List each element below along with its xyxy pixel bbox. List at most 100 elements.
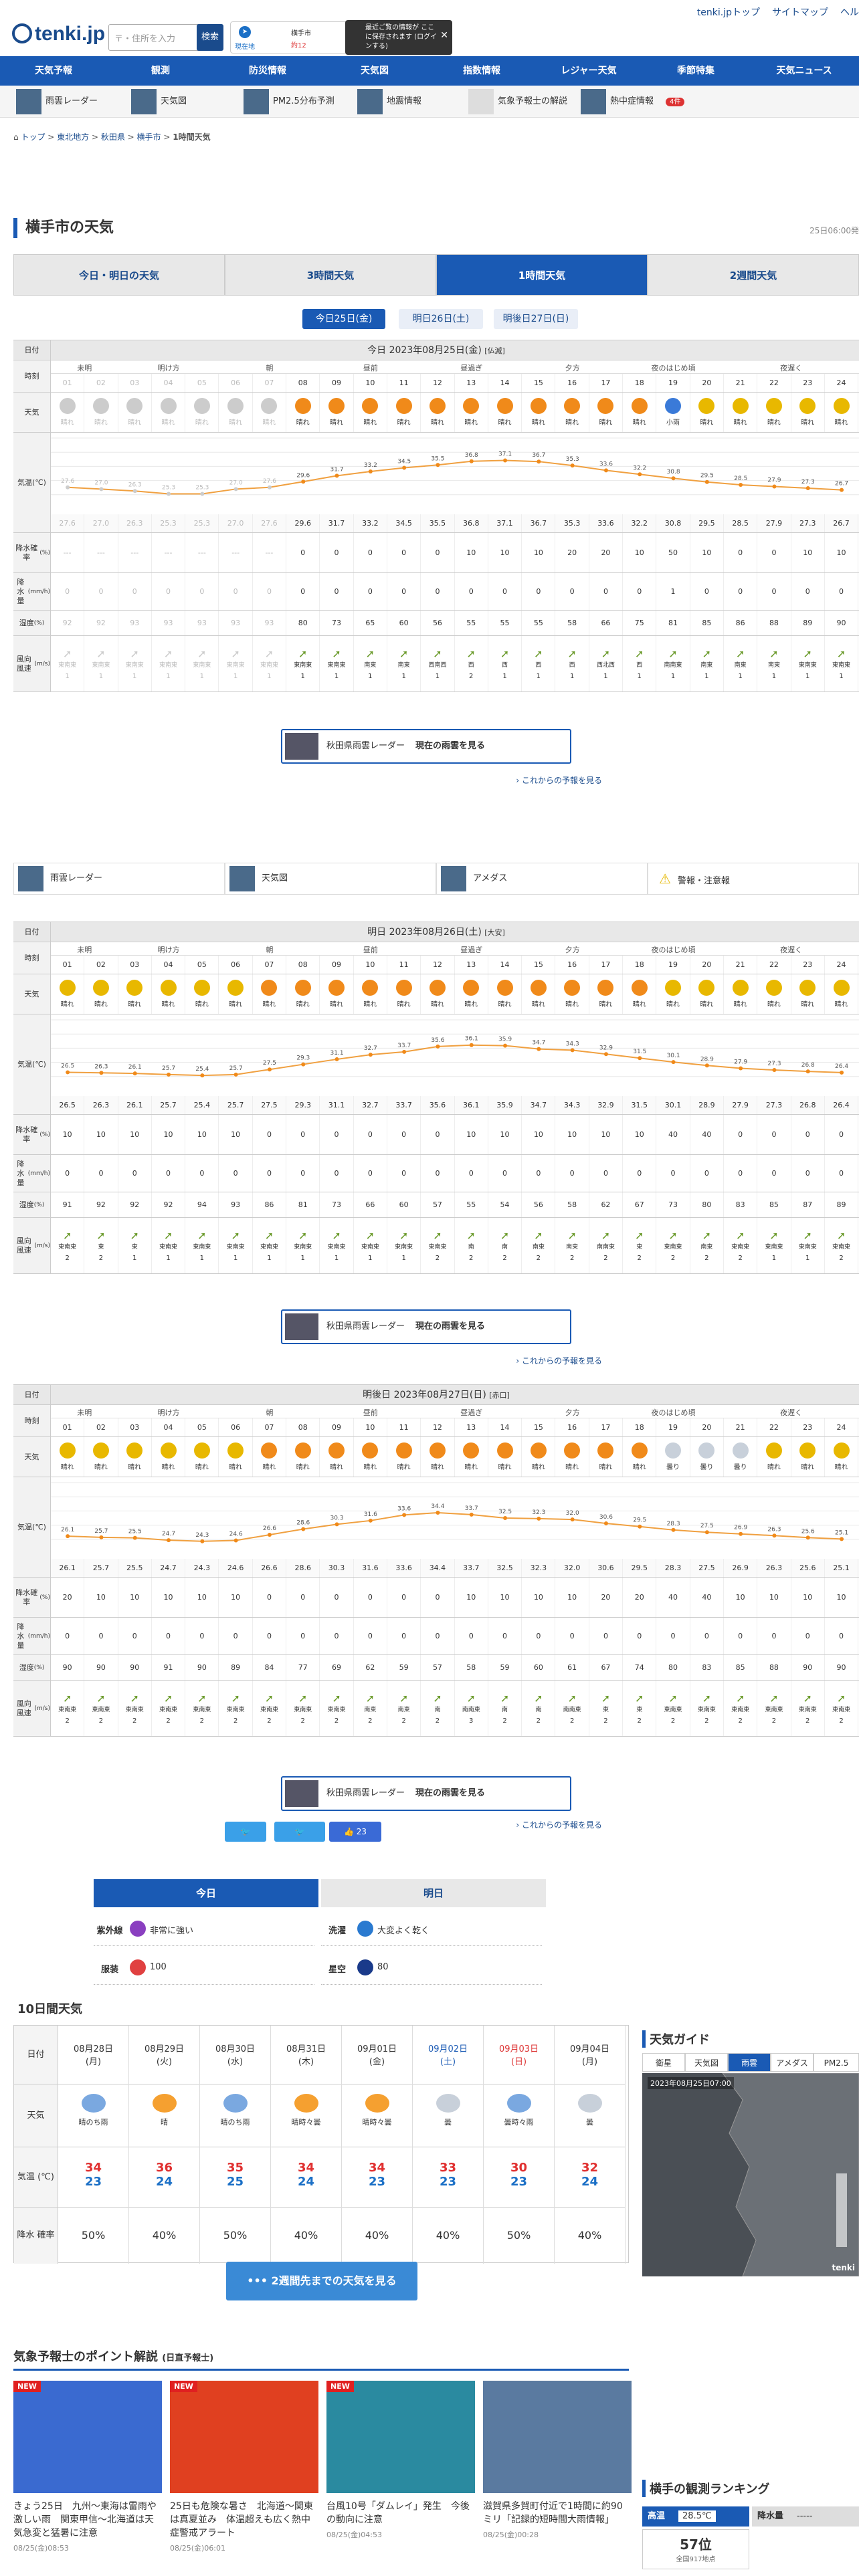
label-rain: 降水量 (mm/h) — [13, 573, 51, 611]
weather-cell: 晴れ — [185, 1437, 219, 1477]
subnav-quake[interactable]: 地震情報 — [357, 88, 421, 115]
crumb-pref[interactable]: 秋田県 — [101, 132, 125, 142]
prec-row: --- --- --- --- --- --- --- 0 0 0 0 0 10 10 10 20 20 10 50… — [51, 533, 859, 573]
rank-rain-tab[interactable]: 降水量 ----- — [752, 2506, 859, 2527]
quick-amedas[interactable]: アメダス — [436, 863, 648, 895]
prec-cell: 0 — [320, 1578, 354, 1617]
share-twitter2-button[interactable]: 🐦 — [274, 1822, 325, 1842]
temp-label: 25.7 — [94, 1528, 108, 1535]
wind-cell: ➚ 東南東 2 — [724, 1218, 758, 1273]
close-icon[interactable]: ✕ — [440, 31, 448, 40]
wind-cell: ➚ 南 2 — [455, 1218, 488, 1273]
link-top[interactable]: tenki.jpトップ — [697, 7, 760, 18]
wind-cell: ➚ 東南東 1 — [219, 1218, 253, 1273]
current-location-widget[interactable]: ➤ 現在地 横手市 約12 — [230, 21, 348, 53]
prec-cell: 10 — [455, 533, 488, 572]
wind-cell: ➚ 東南東 2 — [118, 1681, 152, 1736]
more-forecast-dayafter[interactable]: › これからの予報を見る — [516, 1819, 602, 1830]
nav-season[interactable]: 季節特集 — [642, 56, 749, 86]
more-forecast-tomorrow[interactable]: › これからの予報を見る — [516, 1355, 602, 1366]
point-article[interactable]: 滋賀県多賀町付近で1時間に約90ミリ「記録的短時間大雨情報」 08/25(金)0… — [483, 2381, 632, 2576]
subnav-chart[interactable]: 天気図 — [131, 88, 187, 115]
point-article[interactable]: NEW 25日も危険な暑さ 北海道〜関東は真夏並み 体温超えも広く熱中症警戒アラ… — [170, 2381, 318, 2576]
temp-label: 26.9 — [734, 1525, 747, 1531]
prec-cell: 0 — [387, 1115, 421, 1154]
subnav-heat[interactable]: 熱中症情報 4件 — [581, 88, 685, 115]
guide-tab-satellite[interactable]: 衛星 — [642, 2053, 685, 2072]
day-tab-dayafter[interactable]: 明後日27日(日) — [494, 309, 578, 329]
guide-tab-pm25[interactable]: PM2.5 — [814, 2053, 859, 2072]
nav-disaster[interactable]: 防災情報 — [214, 56, 321, 86]
subnav-radar[interactable]: 雨雲レーダー — [16, 88, 98, 115]
rain-cell: 1 — [656, 573, 690, 610]
temp-label: 29.3 — [296, 1055, 310, 1062]
wind-cell: ➚ 南東 2 — [690, 1218, 724, 1273]
link-help[interactable]: ヘル — [840, 7, 859, 18]
tab-3hour[interactable]: 3時間天気 — [225, 254, 436, 296]
hour-cell: 01 — [51, 374, 85, 392]
day-tab-tomorrow[interactable]: 明日26日(土) — [399, 309, 483, 329]
tab-today-tomorrow[interactable]: 今日・明日の天気 — [13, 254, 225, 296]
temp-cell: 26.3 — [757, 1559, 791, 1577]
like-button[interactable]: 👍 23 — [329, 1822, 381, 1842]
life-stars[interactable]: 星空 80 — [321, 1953, 542, 1985]
point-article[interactable]: NEW きょう25日 九州〜東海は雷雨や激しい雨 関東甲信〜北海道は天気急変と猛… — [13, 2381, 162, 2576]
temp-label: 29.5 — [633, 1517, 646, 1524]
location-pin-icon: ➤ — [239, 26, 251, 38]
rain-cell: 0 — [185, 1618, 219, 1654]
temp-cell: 35.5 — [421, 514, 455, 532]
life-tab-today[interactable]: 今日 — [94, 1879, 318, 1907]
tab-1hour[interactable]: 1時間天気 — [436, 254, 648, 296]
wind-arrow-icon: ➚ — [163, 1692, 173, 1705]
radar-link-tomorrow[interactable]: 秋田県雨雲レーダー 現在の雨雲を見る — [281, 1309, 571, 1344]
guide-tab-amedas[interactable]: アメダス — [771, 2053, 814, 2072]
life-uv[interactable]: 紫外線 非常に強い — [94, 1914, 314, 1946]
two-week-button[interactable]: ••• 2週間先までの天気を見る — [226, 2262, 417, 2300]
crumb-city[interactable]: 横手市 — [137, 132, 161, 142]
nav-index[interactable]: 指数情報 — [428, 56, 535, 86]
guide-tab-rain[interactable]: 雨雲 — [728, 2053, 771, 2072]
hour-cell: 02 — [84, 374, 118, 392]
radar-link-today[interactable]: 秋田県雨雲レーダー 現在の雨雲を見る — [281, 729, 571, 764]
link-sitemap[interactable]: サイトマップ — [772, 7, 828, 18]
wind-arrow-icon: ➚ — [96, 1229, 106, 1242]
tab-2week[interactable]: 2週間天気 — [648, 254, 859, 296]
subnav-expert[interactable]: 気象予報士の解説 — [468, 88, 567, 115]
quick-radar[interactable]: 雨雲レーダー — [13, 863, 225, 895]
temp-point — [99, 1535, 104, 1539]
crumb-region[interactable]: 東北地方 — [57, 132, 89, 142]
nav-forecast[interactable]: 天気予報 — [0, 56, 107, 86]
rank-high-tab[interactable]: 高温 28.5℃ — [642, 2506, 749, 2527]
radar-map[interactable]: 2023年08月25日07:00 tenki — [642, 2073, 859, 2276]
radar-link-dayafter[interactable]: 秋田県雨雲レーダー 現在の雨雲を見る — [281, 1776, 571, 1811]
quick-warning[interactable]: ⚠ 警報・注意報 — [648, 863, 859, 895]
day-tab-today[interactable]: 今日25日(金) — [302, 309, 385, 329]
quick-chart[interactable]: 天気図 — [225, 863, 436, 895]
point-article[interactable]: NEW 台風10号「ダムレイ」発生 今後の動向に注意 08/25(金)04:53 — [326, 2381, 475, 2576]
rain-row: 000000000000000000000000 — [51, 1618, 859, 1655]
wind-cell: ➚ 東南東 1 — [219, 636, 253, 691]
prec-cell: 10 — [84, 1578, 118, 1617]
subnav-pm25[interactable]: PM2.5分布予測 — [244, 88, 335, 115]
guide-tab-chart[interactable]: 天気図 — [685, 2053, 728, 2072]
search-button[interactable]: 検索 — [197, 24, 223, 51]
nav-news[interactable]: 天気ニュース — [749, 56, 859, 86]
site-logo[interactable]: tenki.jp — [12, 23, 105, 45]
temp-point — [503, 1043, 508, 1048]
life-laundry[interactable]: 洗濯 大変よく乾く — [321, 1914, 542, 1946]
share-twitter-button[interactable]: 🐦 — [225, 1822, 266, 1842]
wind-cell: ➚ 南南東 2 — [589, 1218, 624, 1273]
moon-icon — [833, 1442, 850, 1459]
weather-cell: 晴れ — [354, 974, 387, 1014]
crumb-top[interactable]: トップ — [21, 132, 45, 142]
weather-cell: 晴れ — [589, 974, 624, 1014]
nav-leisure[interactable]: レジャー天気 — [535, 56, 642, 86]
moon-icon — [833, 398, 850, 414]
temp-point — [739, 1066, 743, 1071]
life-tab-tomorrow[interactable]: 明日 — [321, 1879, 546, 1907]
moon-icon — [126, 398, 143, 414]
life-clothing[interactable]: 服装 100 — [94, 1953, 314, 1985]
nav-observation[interactable]: 観測 — [107, 56, 214, 86]
nav-chart[interactable]: 天気図 — [321, 56, 428, 86]
more-forecast-today[interactable]: › これからの予報を見る — [516, 774, 602, 786]
